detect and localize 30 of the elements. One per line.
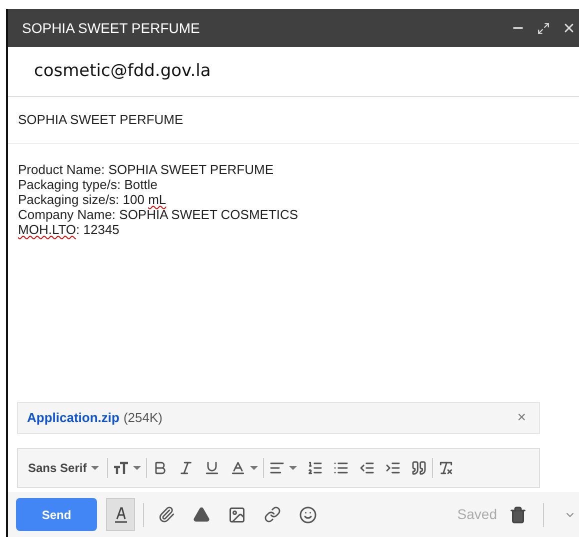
image-icon[interactable]: [228, 506, 246, 524]
attachment-chip[interactable]: Application.zip (254K) ×: [17, 402, 540, 434]
body-text-line: Product Name: SOPHIA SWEET PERFUME: [18, 162, 274, 177]
attachment-size: (254K): [123, 409, 164, 428]
close-icon[interactable]: [562, 21, 576, 35]
font-dropdown[interactable]: Sans Serif: [28, 459, 107, 477]
caret-icon: [250, 466, 258, 470]
emoji-icon[interactable]: [299, 506, 317, 524]
send-button[interactable]: Send: [16, 498, 97, 531]
align-icon: [268, 460, 285, 476]
remove-attachment-button[interactable]: ×: [517, 406, 530, 430]
attach-icon[interactable]: [158, 506, 175, 523]
body-text-line: MOH.LTO: 12345: [18, 222, 120, 237]
recipient-field[interactable]: cosmetic@fdd.gov.la: [8, 47, 579, 97]
attachment-name[interactable]: Application.zip: [27, 408, 120, 428]
body-text-line: Packaging size/s: 100 mL: [18, 192, 168, 207]
caret-icon: [132, 466, 141, 470]
trash-icon[interactable]: [509, 506, 527, 524]
expand-icon[interactable]: [537, 22, 550, 34]
font-size-icon: [112, 460, 129, 476]
link-icon[interactable]: [264, 506, 281, 523]
body-text-line: Packaging type/s: Bottle: [18, 177, 158, 192]
text-color-icon: [230, 460, 246, 476]
subject-field[interactable]: SOPHIA SWEET PERFUME: [8, 97, 579, 144]
window-title: SOPHIA SWEET PERFUME: [22, 18, 201, 38]
caret-icon: [288, 466, 297, 470]
formatting-toggle-icon[interactable]: [106, 498, 135, 531]
saved-status: Saved: [457, 505, 497, 524]
body-text-line: Company Name: SOPHIA SWEET COSMETICS: [18, 207, 300, 222]
caret-icon: [90, 466, 99, 470]
